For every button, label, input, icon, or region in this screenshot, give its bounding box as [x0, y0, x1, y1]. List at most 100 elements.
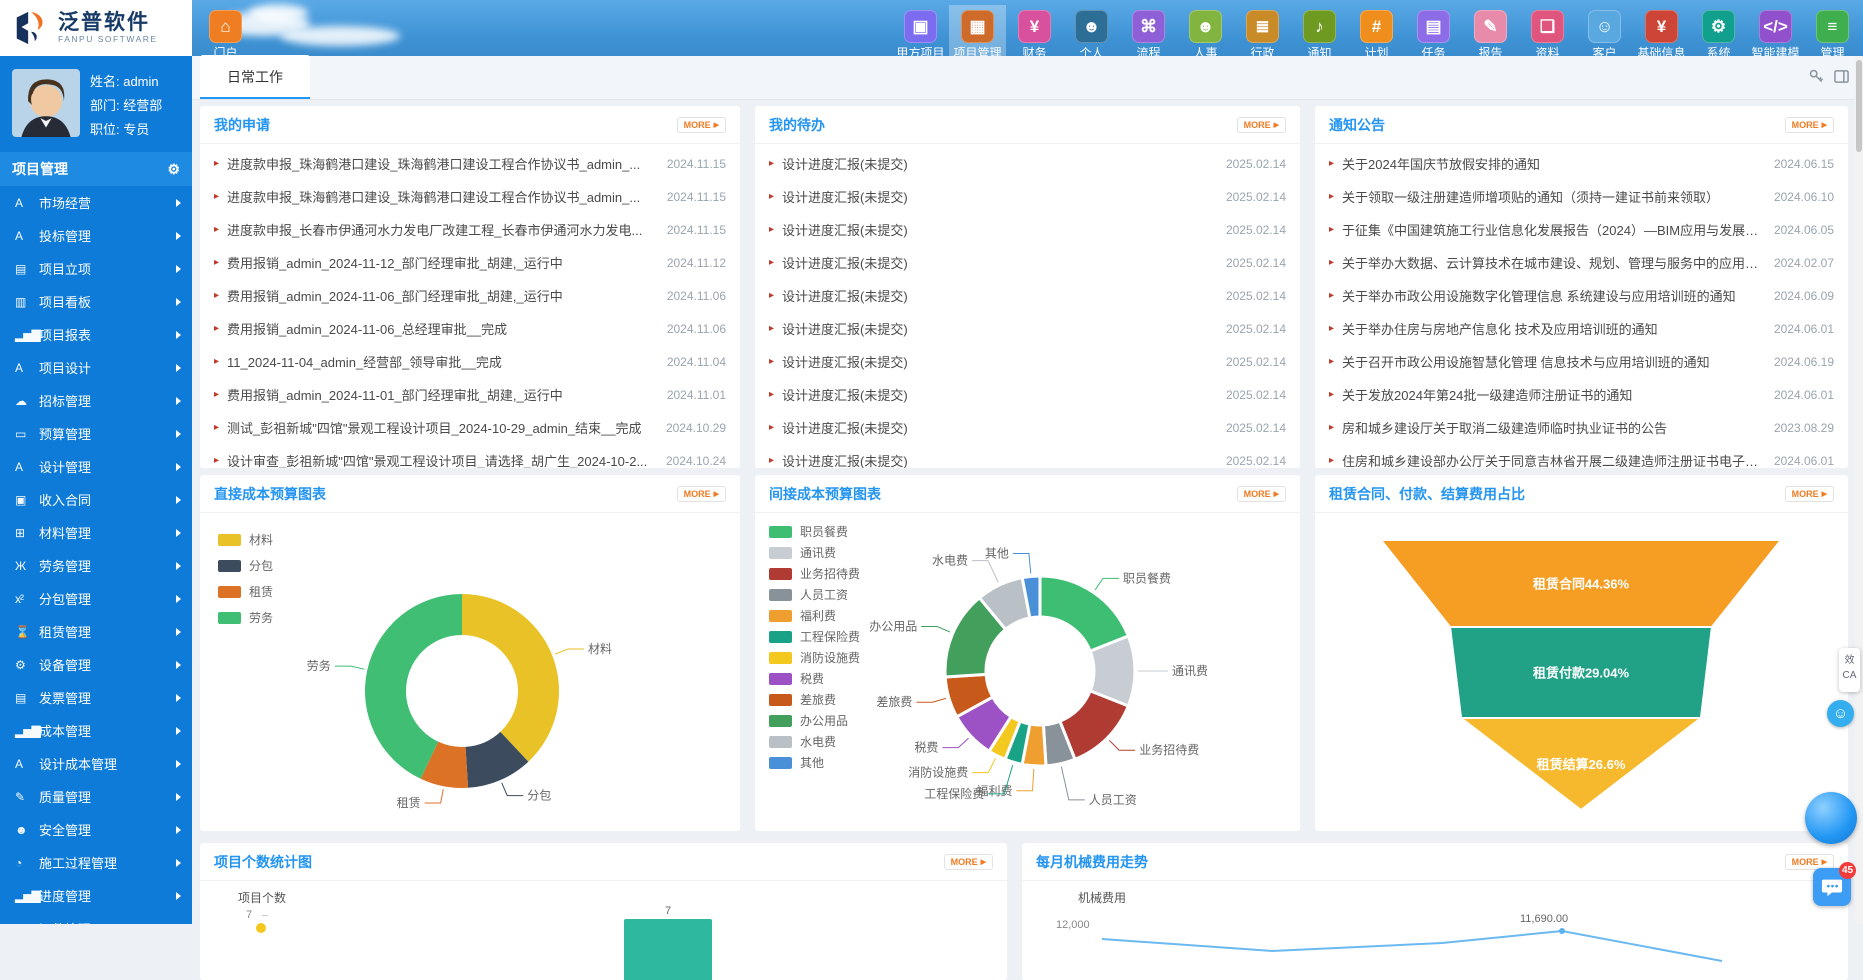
sidebar-item[interactable]: ▤ 项目立项: [0, 252, 192, 285]
list-item[interactable]: ▸ 设计进度汇报(未提交) 2025.02.14: [755, 378, 1300, 411]
topnav-item[interactable]: ≣ 行政: [1234, 5, 1291, 61]
sidebar-item[interactable]: ▮ 证件管理: [0, 912, 192, 924]
sidebar-item[interactable]: ⊞ 材料管理: [0, 516, 192, 549]
legend-item[interactable]: 其他: [769, 754, 860, 771]
list-item[interactable]: ▸ 设计进度汇报(未提交) 2025.02.14: [755, 279, 1300, 312]
sidebar-item[interactable]: ▣ 收入合同: [0, 483, 192, 516]
topnav-item[interactable]: ☻ 个人: [1063, 5, 1120, 61]
legend-item[interactable]: 分包: [218, 557, 273, 574]
topnav-item[interactable]: ▣ 甲方项目: [892, 5, 949, 61]
topnav-item[interactable]: ❏ 资料: [1519, 5, 1576, 61]
key-icon[interactable]: [1809, 69, 1824, 84]
list-item[interactable]: ▸ 关于发放2024年第24批一级建造师注册证书的通知 2024.06.01: [1315, 378, 1848, 411]
list-item[interactable]: ▸ 进度款申报_珠海鹤港口建设_珠海鹤港口建设工程合作协议书_admin_...…: [200, 180, 740, 213]
side-utility-widget[interactable]: 效 CA: [1839, 648, 1860, 692]
list-item[interactable]: ▸ 关于举办市政公用设施数字化管理信息 系统建设与应用培训班的通知 2024.0…: [1315, 279, 1848, 312]
list-item[interactable]: ▸ 进度款申报_长春市伊通河水力发电厂改建工程_长春市伊通河水力发电... 20…: [200, 213, 740, 246]
more-button[interactable]: MORE▶: [944, 854, 993, 870]
legend-item[interactable]: 税费: [769, 670, 860, 687]
topnav-item-portal[interactable]: ⌂ 门户: [197, 5, 254, 61]
panel-toggle-icon[interactable]: [1834, 69, 1849, 84]
topnav-item[interactable]: ⌘ 流程: [1120, 5, 1177, 61]
sidebar-item[interactable]: A 市场经营: [0, 186, 192, 219]
sidebar-item[interactable]: ✎ 质量管理: [0, 780, 192, 813]
topnav-item[interactable]: ⚙ 系统: [1690, 5, 1747, 61]
list-item[interactable]: ▸ 设计进度汇报(未提交) 2025.02.14: [755, 444, 1300, 468]
topnav-item[interactable]: ▤ 任务: [1405, 5, 1462, 61]
sidebar-item[interactable]: A 设计成本管理: [0, 747, 192, 780]
list-item[interactable]: ▸ 设计进度汇报(未提交) 2025.02.14: [755, 213, 1300, 246]
list-item[interactable]: ▸ 房和城乡建设厅关于取消二级建造师临时执业证书的公告 2023.08.29: [1315, 411, 1848, 444]
chat-button[interactable]: 45: [1813, 868, 1851, 906]
sidebar-item[interactable]: Ж 劳务管理: [0, 549, 192, 582]
list-item[interactable]: ▸ 住房和城乡建设部办公厅关于同意吉林省开展二级建造师注册证书电子化试点... …: [1315, 444, 1848, 468]
avatar[interactable]: [12, 69, 80, 137]
list-item[interactable]: ▸ 关于举办大数据、云计算技术在城市建设、规划、管理与服务中的应用培训班... …: [1315, 246, 1848, 279]
legend-item[interactable]: 差旅费: [769, 691, 860, 708]
sidebar-item[interactable]: A 项目设计: [0, 351, 192, 384]
list-item[interactable]: ▸ 关于领取一级注册建造师增项贴的通知（须持一建证书前来领取） 2024.06.…: [1315, 180, 1848, 213]
list-item[interactable]: ▸ 11_2024-11-04_admin_经营部_领导审批__完成 2024.…: [200, 345, 740, 378]
list-item[interactable]: ▸ 于征集《中国建筑施工行业信息化发展报告（2024）—BIM应用与发展》材料.…: [1315, 213, 1848, 246]
legend-item[interactable]: 工程保险费: [769, 628, 860, 645]
sidebar-item[interactable]: A 投标管理: [0, 219, 192, 252]
tab-daily-work[interactable]: 日常工作: [200, 55, 310, 99]
list-item[interactable]: ▸ 设计审查_彭祖新城"四馆"景观工程设计项目_请选择_胡广生_2024-10-…: [200, 444, 740, 468]
scrollbar-thumb[interactable]: [1856, 60, 1862, 152]
list-item[interactable]: ▸ 设计进度汇报(未提交) 2025.02.14: [755, 312, 1300, 345]
topnav-item[interactable]: ✎ 报告: [1462, 5, 1519, 61]
more-button[interactable]: MORE▶: [1785, 486, 1834, 502]
sidebar-item[interactable]: ☻ 安全管理: [0, 813, 192, 846]
sidebar-item[interactable]: ▤ 发票管理: [0, 681, 192, 714]
topnav-item[interactable]: ♪ 通知: [1291, 5, 1348, 61]
list-item[interactable]: ▸ 费用报销_admin_2024-11-12_部门经理审批_胡建,_运行中 2…: [200, 246, 740, 279]
topnav-item[interactable]: ¥ 基础信息: [1633, 5, 1690, 61]
list-item[interactable]: ▸ 设计进度汇报(未提交) 2025.02.14: [755, 147, 1300, 180]
list-item[interactable]: ▸ 关于召开市政公用设施智慧化管理 信息技术与应用培训班的通知 2024.06.…: [1315, 345, 1848, 378]
sidebar-header[interactable]: 项目管理 ⚙: [0, 152, 192, 186]
list-item[interactable]: ▸ 设计进度汇报(未提交) 2025.02.14: [755, 180, 1300, 213]
list-item[interactable]: ▸ 测试_彭祖新城"四馆"景观工程设计项目_2024-10-29_admin_结…: [200, 411, 740, 444]
sidebar-item[interactable]: ⌛ 租赁管理: [0, 615, 192, 648]
sidebar-item[interactable]: ▥ 项目看板: [0, 285, 192, 318]
sidebar-item[interactable]: ⚙ 设备管理: [0, 648, 192, 681]
app-logo[interactable]: 泛普软件 FANPU SOFTWARE: [0, 0, 192, 56]
list-item[interactable]: ▸ 设计进度汇报(未提交) 2025.02.14: [755, 246, 1300, 279]
more-button[interactable]: MORE▶: [677, 486, 726, 502]
sidebar-item[interactable]: ▭ 预算管理: [0, 417, 192, 450]
bar[interactable]: [624, 919, 712, 980]
legend-item[interactable]: 业务招待费: [769, 565, 860, 582]
list-item[interactable]: ▸ 进度款申报_珠海鹤港口建设_珠海鹤港口建设工程合作协议书_admin_...…: [200, 147, 740, 180]
customer-service-icon[interactable]: ☺: [1827, 700, 1854, 727]
topnav-item[interactable]: ¥ 财务: [1006, 5, 1063, 61]
gear-icon[interactable]: ⚙: [167, 161, 180, 178]
legend-item[interactable]: 职员餐费: [769, 523, 860, 540]
legend-item[interactable]: 水电费: [769, 733, 860, 750]
assistant-bubble-icon[interactable]: [1805, 792, 1857, 844]
more-button[interactable]: MORE▶: [1237, 117, 1286, 133]
sidebar-item[interactable]: x² 分包管理: [0, 582, 192, 615]
legend-item[interactable]: 材料: [218, 531, 273, 548]
topnav-item[interactable]: ≡ 管理: [1804, 5, 1861, 61]
legend-item[interactable]: 办公用品: [769, 712, 860, 729]
legend-item[interactable]: 通讯费: [769, 544, 860, 561]
legend-item[interactable]: 劳务: [218, 609, 273, 626]
topnav-item[interactable]: </> 智能建模: [1747, 5, 1804, 61]
sidebar-item[interactable]: ◔ 施工过程管理: [0, 846, 192, 879]
topnav-item[interactable]: # 计划: [1348, 5, 1405, 61]
sidebar-item[interactable]: A 设计管理: [0, 450, 192, 483]
list-item[interactable]: ▸ 关于2024年国庆节放假安排的通知 2024.06.15: [1315, 147, 1848, 180]
list-item[interactable]: ▸ 设计进度汇报(未提交) 2025.02.14: [755, 411, 1300, 444]
sidebar-item[interactable]: ▂▅▇ 进度管理: [0, 879, 192, 912]
topnav-item[interactable]: ☻ 人事: [1177, 5, 1234, 61]
legend-item[interactable]: 租赁: [218, 583, 273, 600]
sidebar-item[interactable]: ☁ 招标管理: [0, 384, 192, 417]
legend-item[interactable]: 消防设施费: [769, 649, 860, 666]
topnav-item[interactable]: ▦ 项目管理: [949, 5, 1006, 61]
more-button[interactable]: MORE▶: [1237, 486, 1286, 502]
topnav-item[interactable]: ☺ 客户: [1576, 5, 1633, 61]
list-item[interactable]: ▸ 费用报销_admin_2024-11-01_部门经理审批_胡建,_运行中 2…: [200, 378, 740, 411]
more-button[interactable]: MORE▶: [677, 117, 726, 133]
list-item[interactable]: ▸ 费用报销_admin_2024-11-06_部门经理审批_胡建,_运行中 2…: [200, 279, 740, 312]
list-item[interactable]: ▸ 费用报销_admin_2024-11-06_总经理审批__完成 2024.1…: [200, 312, 740, 345]
